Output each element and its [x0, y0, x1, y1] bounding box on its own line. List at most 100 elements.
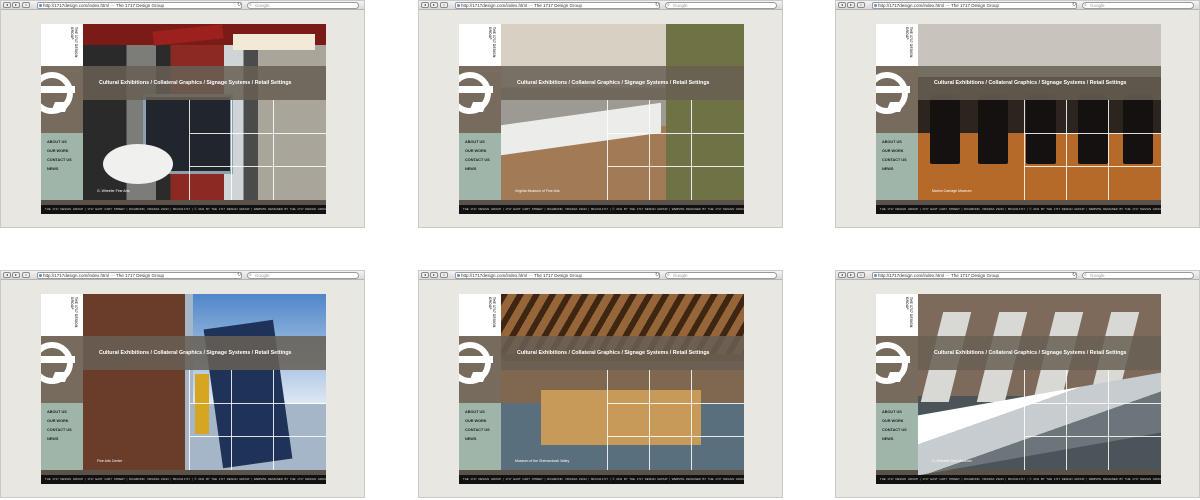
nav-our-work[interactable]: OUR WORK: [47, 418, 83, 424]
search-icon: ⌕: [1084, 272, 1087, 278]
search-input[interactable]: ⌕ Google: [665, 272, 777, 279]
back-button[interactable]: ◂: [838, 2, 846, 8]
website-page: THE 1717 DESIGN GROUP Cultural Exhibitio…: [876, 294, 1161, 484]
back-button[interactable]: ◂: [421, 272, 429, 278]
home-button[interactable]: ⌂: [22, 272, 30, 278]
nav-news[interactable]: NEWS: [465, 436, 501, 442]
home-button[interactable]: ⌂: [857, 272, 865, 278]
tagline-band: Cultural Exhibitions / Collateral Graphi…: [501, 336, 744, 370]
address-bar[interactable]: http://1717design.com/index.html — The 1…: [37, 2, 242, 9]
reload-icon[interactable]: ↻: [655, 272, 661, 278]
hero-photo: [501, 294, 744, 470]
photo-horse: [1123, 94, 1153, 164]
nav-our-work[interactable]: OUR WORK: [465, 418, 501, 424]
nav-news[interactable]: NEWS: [882, 436, 918, 442]
logo[interactable]: THE 1717 DESIGN GROUP: [41, 294, 83, 336]
home-button[interactable]: ⌂: [857, 2, 865, 8]
search-icon: ⌕: [1084, 2, 1087, 8]
forward-button[interactable]: ▸: [12, 2, 20, 8]
logo[interactable]: THE 1717 DESIGN GROUP: [876, 294, 918, 336]
nav-contact-us[interactable]: CONTACT US: [47, 157, 83, 163]
hero-photo: [83, 294, 326, 470]
sidebar-nav: ABOUT US OUR WORK CONTACT US NEWS: [41, 403, 83, 470]
back-button[interactable]: ◂: [3, 2, 11, 8]
back-button[interactable]: ◂: [3, 272, 11, 278]
hero-photo: [83, 24, 326, 200]
logo[interactable]: THE 1717 DESIGN GROUP: [459, 24, 501, 66]
nav-about-us[interactable]: ABOUT US: [465, 139, 501, 145]
reload-icon[interactable]: ↻: [237, 2, 243, 8]
tagline-band: Cultural Exhibitions / Collateral Graphi…: [501, 66, 744, 100]
address-bar[interactable]: http://1717design.com/index.html — The 1…: [455, 272, 660, 279]
sidebar-nav: ABOUT US OUR WORK CONTACT US NEWS: [876, 133, 918, 200]
home-button[interactable]: ⌂: [440, 2, 448, 8]
forward-button[interactable]: ▸: [430, 2, 438, 8]
sidebar-nav: ABOUT US OUR WORK CONTACT US NEWS: [459, 403, 501, 470]
search-input[interactable]: ⌕ Google: [247, 272, 359, 279]
address-bar[interactable]: http://1717design.com/index.html — The 1…: [872, 2, 1077, 9]
nav-about-us[interactable]: ABOUT US: [882, 409, 918, 415]
logo[interactable]: THE 1717 DESIGN GROUP: [41, 24, 83, 66]
logo[interactable]: THE 1717 DESIGN GROUP: [459, 294, 501, 336]
nav-about-us[interactable]: ABOUT US: [465, 409, 501, 415]
browser-toolbar: ◂ ▸ ⌂ http://1717design.com/index.html —…: [1, 1, 364, 10]
home-button[interactable]: ⌂: [22, 2, 30, 8]
forward-button[interactable]: ▸: [847, 272, 855, 278]
browser-window-3: ◂ ▸ ⌂ http://1717design.com/index.html —…: [835, 0, 1200, 228]
photo-horse: [978, 94, 1008, 164]
logo-mark: [876, 336, 918, 403]
search-icon: ⌕: [249, 272, 252, 278]
nav-our-work[interactable]: OUR WORK: [882, 148, 918, 154]
nav-contact-us[interactable]: CONTACT US: [882, 157, 918, 163]
browser-window-2: ◂ ▸ ⌂ http://1717design.com/index.html —…: [418, 0, 783, 228]
browser-toolbar: ◂ ▸ ⌂ http://1717design.com/index.html —…: [836, 271, 1199, 280]
photo-arrow-sign: [195, 374, 209, 434]
footer: THE 1717 DESIGN GROUP | 1717 EAST CARY S…: [459, 205, 744, 214]
browser-toolbar: ◂ ▸ ⌂ http://1717design.com/index.html —…: [419, 271, 782, 280]
forward-button[interactable]: ▸: [430, 272, 438, 278]
back-button[interactable]: ◂: [421, 2, 429, 8]
nav-contact-us[interactable]: CONTACT US: [47, 427, 83, 433]
reload-icon[interactable]: ↻: [237, 272, 243, 278]
tagline: Cultural Exhibitions / Collateral Graphi…: [99, 350, 292, 356]
home-button[interactable]: ⌂: [440, 272, 448, 278]
reload-icon[interactable]: ↻: [1072, 2, 1078, 8]
nav-news[interactable]: NEWS: [47, 436, 83, 442]
nav-our-work[interactable]: OUR WORK: [47, 148, 83, 154]
back-button[interactable]: ◂: [838, 272, 846, 278]
nav-about-us[interactable]: ABOUT US: [882, 139, 918, 145]
nav-about-us[interactable]: ABOUT US: [47, 409, 83, 415]
nav-contact-us[interactable]: CONTACT US: [465, 427, 501, 433]
search-input[interactable]: ⌕ Google: [1082, 272, 1194, 279]
photo-banner: [233, 34, 315, 50]
address-bar[interactable]: http://1717design.com/index.html — The 1…: [455, 2, 660, 9]
logo[interactable]: THE 1717 DESIGN GROUP: [876, 24, 918, 66]
nav-our-work[interactable]: OUR WORK: [465, 148, 501, 154]
nav-our-work[interactable]: OUR WORK: [882, 418, 918, 424]
nav-news[interactable]: NEWS: [47, 166, 83, 172]
globe-icon: [39, 4, 42, 7]
nav-news[interactable]: NEWS: [882, 166, 918, 172]
nav-contact-us[interactable]: CONTACT US: [465, 157, 501, 163]
reload-icon[interactable]: ↻: [1072, 272, 1078, 278]
brand-name: THE 1717 DESIGN GROUP: [905, 297, 913, 328]
search-input[interactable]: ⌕ Google: [1082, 2, 1194, 9]
nav-about-us[interactable]: ABOUT US: [47, 139, 83, 145]
logo-mark: [41, 66, 83, 133]
photo-caption: Fine Arts Center: [97, 459, 123, 463]
website-page: THE 1717 DESIGN GROUP Cultural Exhibitio…: [876, 24, 1161, 214]
search-input[interactable]: ⌕ Google: [665, 2, 777, 9]
nav-contact-us[interactable]: CONTACT US: [882, 427, 918, 433]
browser-toolbar: ◂ ▸ ⌂ http://1717design.com/index.html —…: [419, 1, 782, 10]
address-bar[interactable]: http://1717design.com/index.html — The 1…: [872, 272, 1077, 279]
photo-banner: [152, 24, 224, 46]
globe-icon: [874, 274, 877, 277]
search-input[interactable]: ⌕ Google: [247, 2, 359, 9]
nav-news[interactable]: NEWS: [465, 166, 501, 172]
forward-button[interactable]: ▸: [847, 2, 855, 8]
forward-button[interactable]: ▸: [12, 272, 20, 278]
address-bar[interactable]: http://1717design.com/index.html — The 1…: [37, 272, 242, 279]
reload-icon[interactable]: ↻: [655, 2, 661, 8]
photo-caption: G. Wheeler Fine Arts: [97, 189, 130, 193]
logo-mark: [459, 336, 501, 403]
